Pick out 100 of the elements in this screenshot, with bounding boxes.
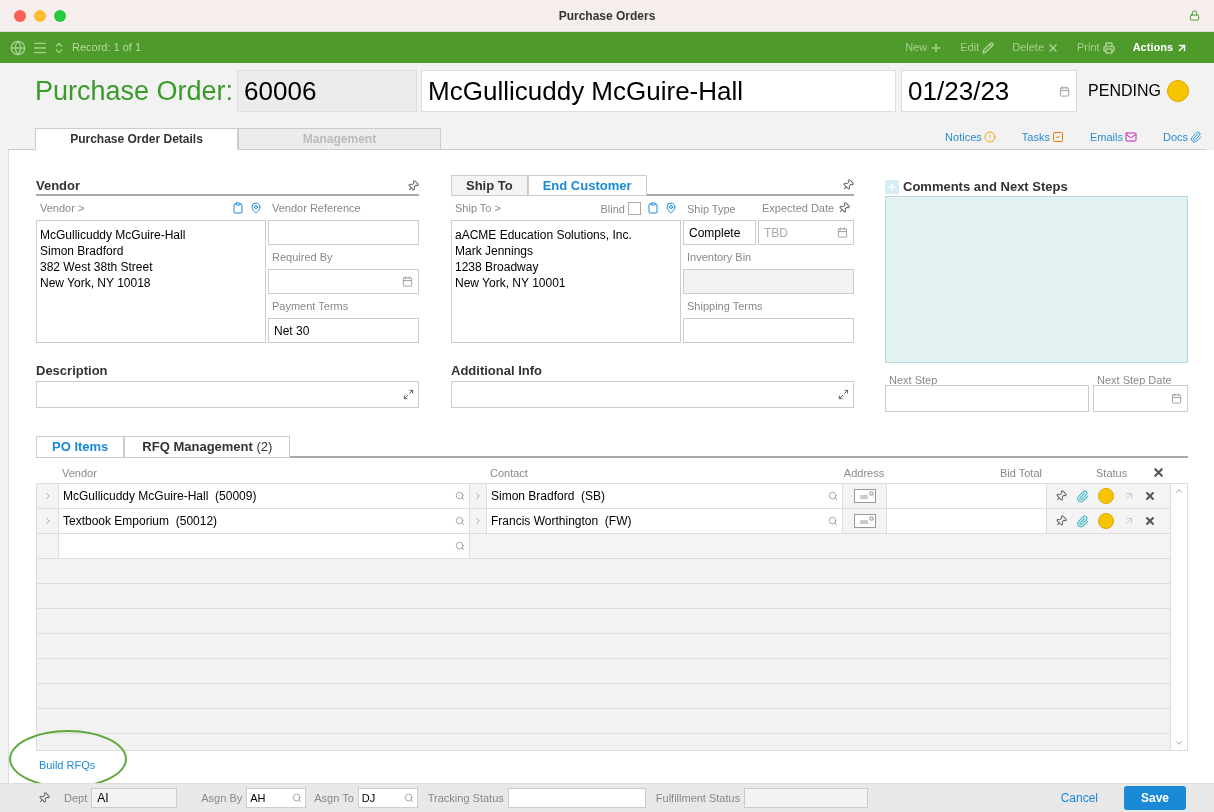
input-field[interactable]: [683, 318, 854, 343]
open-icon[interactable]: [1123, 515, 1135, 527]
map-pin-icon[interactable]: [665, 202, 677, 214]
input-field[interactable]: AI: [91, 788, 178, 808]
search-icon[interactable]: [828, 516, 838, 526]
field-label: Blind: [600, 203, 625, 215]
lock-icon: [1189, 10, 1200, 21]
date-field[interactable]: 01/23/23: [901, 70, 1078, 112]
input-field[interactable]: [268, 220, 419, 245]
build-rfqs-link[interactable]: Build RFQs: [39, 757, 96, 774]
address-line: 382 West 38th Street: [40, 259, 154, 275]
field-label: Dept: [64, 791, 88, 804]
blind-checkbox[interactable]: [628, 201, 641, 215]
search-icon[interactable]: [828, 491, 838, 501]
field-label: Required By: [272, 249, 333, 265]
search-icon[interactable]: [455, 541, 465, 551]
clipboard-icon[interactable]: [647, 202, 659, 214]
search-icon[interactable]: [455, 516, 465, 526]
row-expander-cell[interactable]: [470, 484, 487, 508]
delete-all-icon[interactable]: [1152, 466, 1165, 480]
docs-icon: [1190, 130, 1202, 143]
input-field[interactable]: Net 30: [268, 318, 419, 343]
record-counter: Record: 1 of 1: [72, 40, 142, 56]
address-line: 1238 Broadway: [455, 259, 540, 275]
search-icon[interactable]: [292, 793, 303, 803]
calendar-icon[interactable]: [837, 227, 848, 238]
globe-icon[interactable]: [10, 39, 26, 56]
additional-info-field[interactable]: [451, 381, 854, 408]
delete-icon[interactable]: [1144, 515, 1156, 527]
input-field[interactable]: [1093, 385, 1188, 412]
field-label: Contact: [490, 466, 528, 479]
tab[interactable]: Purchase Order Details: [35, 128, 238, 150]
scroll-up-icon[interactable]: [1174, 486, 1184, 496]
address-line: aACME Education Solutions, Inc.: [455, 227, 633, 243]
zoom-button[interactable]: [54, 9, 66, 22]
open-icon[interactable]: [1123, 490, 1135, 502]
field-label: Address: [843, 465, 885, 481]
new-icon: [930, 41, 943, 54]
field-label: Status: [1096, 466, 1128, 479]
address-box[interactable]: aACME Education Solutions, Inc. Mark Jennings 1238 Broadway New York, NY 10001: [451, 220, 681, 343]
search-icon[interactable]: [455, 491, 465, 501]
calendar-icon[interactable]: [1059, 85, 1071, 97]
edit-icon: [982, 41, 995, 54]
tab[interactable]: PO Items: [36, 436, 125, 458]
section-title: Comments and Next Steps: [903, 177, 1068, 196]
address-card-icon[interactable]: [853, 489, 876, 503]
form-title: Purchase Order:: [35, 74, 234, 108]
input-field[interactable]: DJ: [357, 788, 418, 808]
address-line: Mark Jennings: [455, 243, 535, 259]
address-line: New York, NY 10018: [40, 275, 152, 291]
scroll-down-icon[interactable]: [1174, 738, 1184, 748]
field-label: Asgn By: [201, 791, 243, 804]
input-field[interactable]: [885, 385, 1089, 412]
section-title: Vendor: [36, 176, 81, 195]
tab[interactable]: End Customer: [527, 175, 647, 196]
delete-icon[interactable]: [1144, 490, 1156, 502]
emails-icon: [1124, 130, 1137, 143]
field-label: Asgn To: [314, 791, 354, 804]
description-field[interactable]: [36, 381, 419, 408]
clipboard-icon[interactable]: [232, 202, 244, 214]
order-number-field: 60006: [237, 70, 418, 112]
toolbar-button[interactable]: Actions: [1132, 39, 1188, 56]
header-link[interactable]: Tasks: [1021, 128, 1064, 145]
section-title: Description: [36, 362, 109, 380]
tab[interactable]: Ship To: [451, 175, 528, 196]
input-field[interactable]: Complete: [683, 220, 756, 245]
input-field[interactable]: AH: [246, 788, 307, 808]
map-pin-icon[interactable]: [250, 202, 262, 214]
field-label: Expected Date: [762, 200, 835, 216]
paperclip-icon[interactable]: [1076, 489, 1089, 503]
tasks-icon: [1051, 130, 1064, 143]
field-label: Fulfillment Status: [655, 791, 741, 804]
field-label: Shipping Terms: [687, 298, 763, 314]
calendar-icon[interactable]: [402, 276, 413, 287]
chevron-icon: [473, 516, 483, 526]
row-expander-cell[interactable]: [470, 509, 487, 533]
expand-icon[interactable]: [838, 389, 849, 400]
close-button[interactable]: [14, 9, 26, 22]
input-field[interactable]: [744, 788, 869, 808]
vendor-name-field[interactable]: McGullicuddy McGuire-Hall: [421, 70, 897, 112]
expand-icon[interactable]: [403, 389, 414, 400]
tab[interactable]: RFQ Management (2): [124, 436, 291, 458]
status-label: PENDING: [1088, 81, 1161, 101]
field-label: Payment Terms: [272, 298, 349, 314]
address-line: New York, NY 10001: [455, 275, 567, 291]
address-line: Simon Bradford: [40, 243, 125, 259]
paperclip-icon[interactable]: [1076, 514, 1089, 528]
field-label: Vendor: [62, 466, 97, 479]
field-label: Tracking Status: [427, 791, 504, 804]
minimize-button[interactable]: [34, 9, 46, 22]
field-label: Bid Total: [1000, 465, 1042, 481]
save-button[interactable]: Save: [1124, 786, 1186, 810]
search-icon[interactable]: [403, 793, 414, 803]
address-box[interactable]: McGullicuddy McGuire-Hall Simon Bradford 382 West 38th Street New York, NY 10018: [36, 220, 266, 343]
row-expander-cell[interactable]: [37, 509, 59, 533]
calendar-icon[interactable]: [1171, 393, 1182, 404]
input-field[interactable]: [268, 269, 419, 294]
address-card-icon[interactable]: [853, 514, 876, 528]
input-field[interactable]: [507, 788, 646, 808]
row-expander-cell[interactable]: [37, 484, 59, 508]
